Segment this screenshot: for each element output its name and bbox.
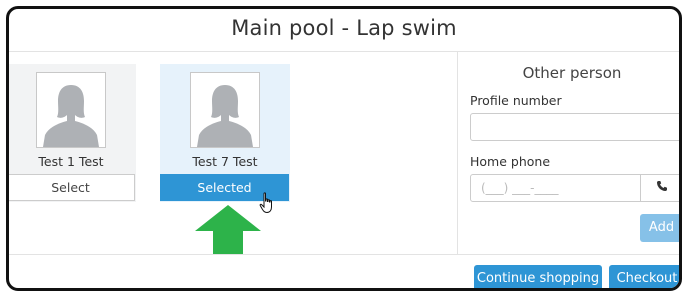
add-button[interactable]: Add (640, 214, 679, 242)
footer-divider (9, 254, 679, 255)
person-silhouette-icon (37, 73, 105, 147)
home-phone-label: Home phone (470, 154, 551, 169)
person-silhouette-icon (191, 73, 259, 147)
title-divider (9, 51, 679, 52)
avatar (36, 72, 106, 148)
up-arrow-annotation-icon (195, 205, 261, 255)
dialog-window: Main pool - Lap swim Test 1 Test Select … (6, 6, 682, 291)
profile-number-input[interactable] (470, 113, 679, 141)
home-phone-field: (___) ___-____ (470, 174, 679, 202)
column-divider (457, 52, 458, 254)
checkout-button[interactable]: Checkout (609, 265, 679, 288)
person-name: Test 7 Test (192, 154, 258, 169)
person-card: Test 1 Test Select (9, 64, 136, 202)
phone-addon[interactable] (640, 175, 679, 201)
phone-icon (656, 181, 667, 191)
continue-shopping-button[interactable]: Continue shopping (474, 265, 602, 288)
avatar (190, 72, 260, 148)
select-button[interactable]: Select (9, 174, 135, 201)
dialog-title: Main pool - Lap swim (231, 16, 457, 40)
profile-number-label: Profile number (470, 93, 562, 108)
hand-cursor-icon (259, 192, 272, 214)
person-card-selected: Test 7 Test Selected (160, 64, 290, 202)
other-person-heading: Other person (522, 64, 622, 82)
home-phone-input[interactable]: (___) ___-____ (471, 175, 641, 201)
person-name: Test 1 Test (38, 154, 104, 169)
